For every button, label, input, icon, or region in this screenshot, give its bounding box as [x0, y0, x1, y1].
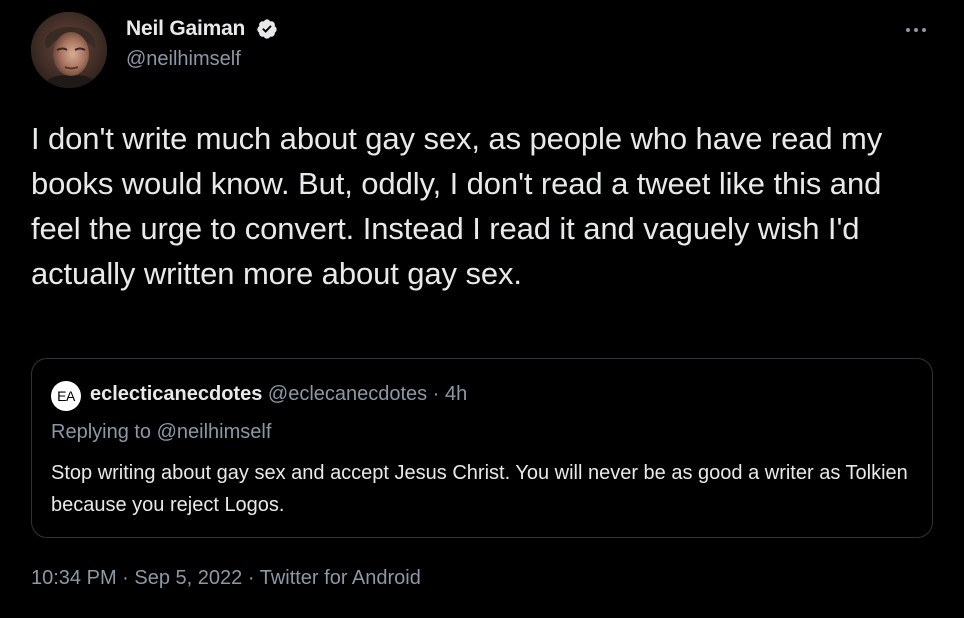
- footer-separator: ·: [242, 567, 260, 589]
- quoted-tweet-text: Stop writing about gay sex and accept Je…: [51, 462, 908, 516]
- more-dots-icon: [906, 28, 926, 32]
- quoted-author-meta: @eclecanecdotes · 4h: [267, 383, 468, 405]
- tweet-source-link[interactable]: Twitter for Android: [260, 567, 421, 589]
- tweet-body-text: I don't write much about gay sex, as peo…: [31, 121, 883, 291]
- quoted-tweet-card[interactable]: EA eclecticanecdotes @eclecanecdotes · 4…: [31, 358, 933, 538]
- tweet-header: Neil Gaiman @neilhimself: [31, 12, 931, 92]
- top-edge: [0, 0, 964, 4]
- author-display-name[interactable]: Neil Gaiman: [126, 17, 245, 41]
- tweet-time-link[interactable]: 10:34 PM: [31, 567, 117, 589]
- author-photo-icon: [31, 12, 107, 88]
- quoted-tweet-header: eclecticanecdotes @eclecanecdotes · 4h: [90, 383, 467, 406]
- quoted-replying-to: Replying to @neilhimself: [51, 421, 272, 443]
- tweet-footer: 10:34 PM · Sep 5, 2022 · Twitter for And…: [31, 567, 421, 590]
- tweet-date-link[interactable]: Sep 5, 2022: [134, 567, 242, 589]
- more-options-button[interactable]: [901, 20, 931, 40]
- author-name-block: Neil Gaiman @neilhimself: [126, 17, 278, 71]
- footer-separator: ·: [116, 567, 135, 589]
- quoted-author-avatar[interactable]: EA: [51, 381, 81, 411]
- author-handle[interactable]: @neilhimself: [126, 48, 278, 71]
- verified-badge-icon: [257, 19, 277, 39]
- quoted-author-name[interactable]: eclecticanecdotes: [90, 383, 262, 405]
- author-avatar[interactable]: [31, 12, 107, 88]
